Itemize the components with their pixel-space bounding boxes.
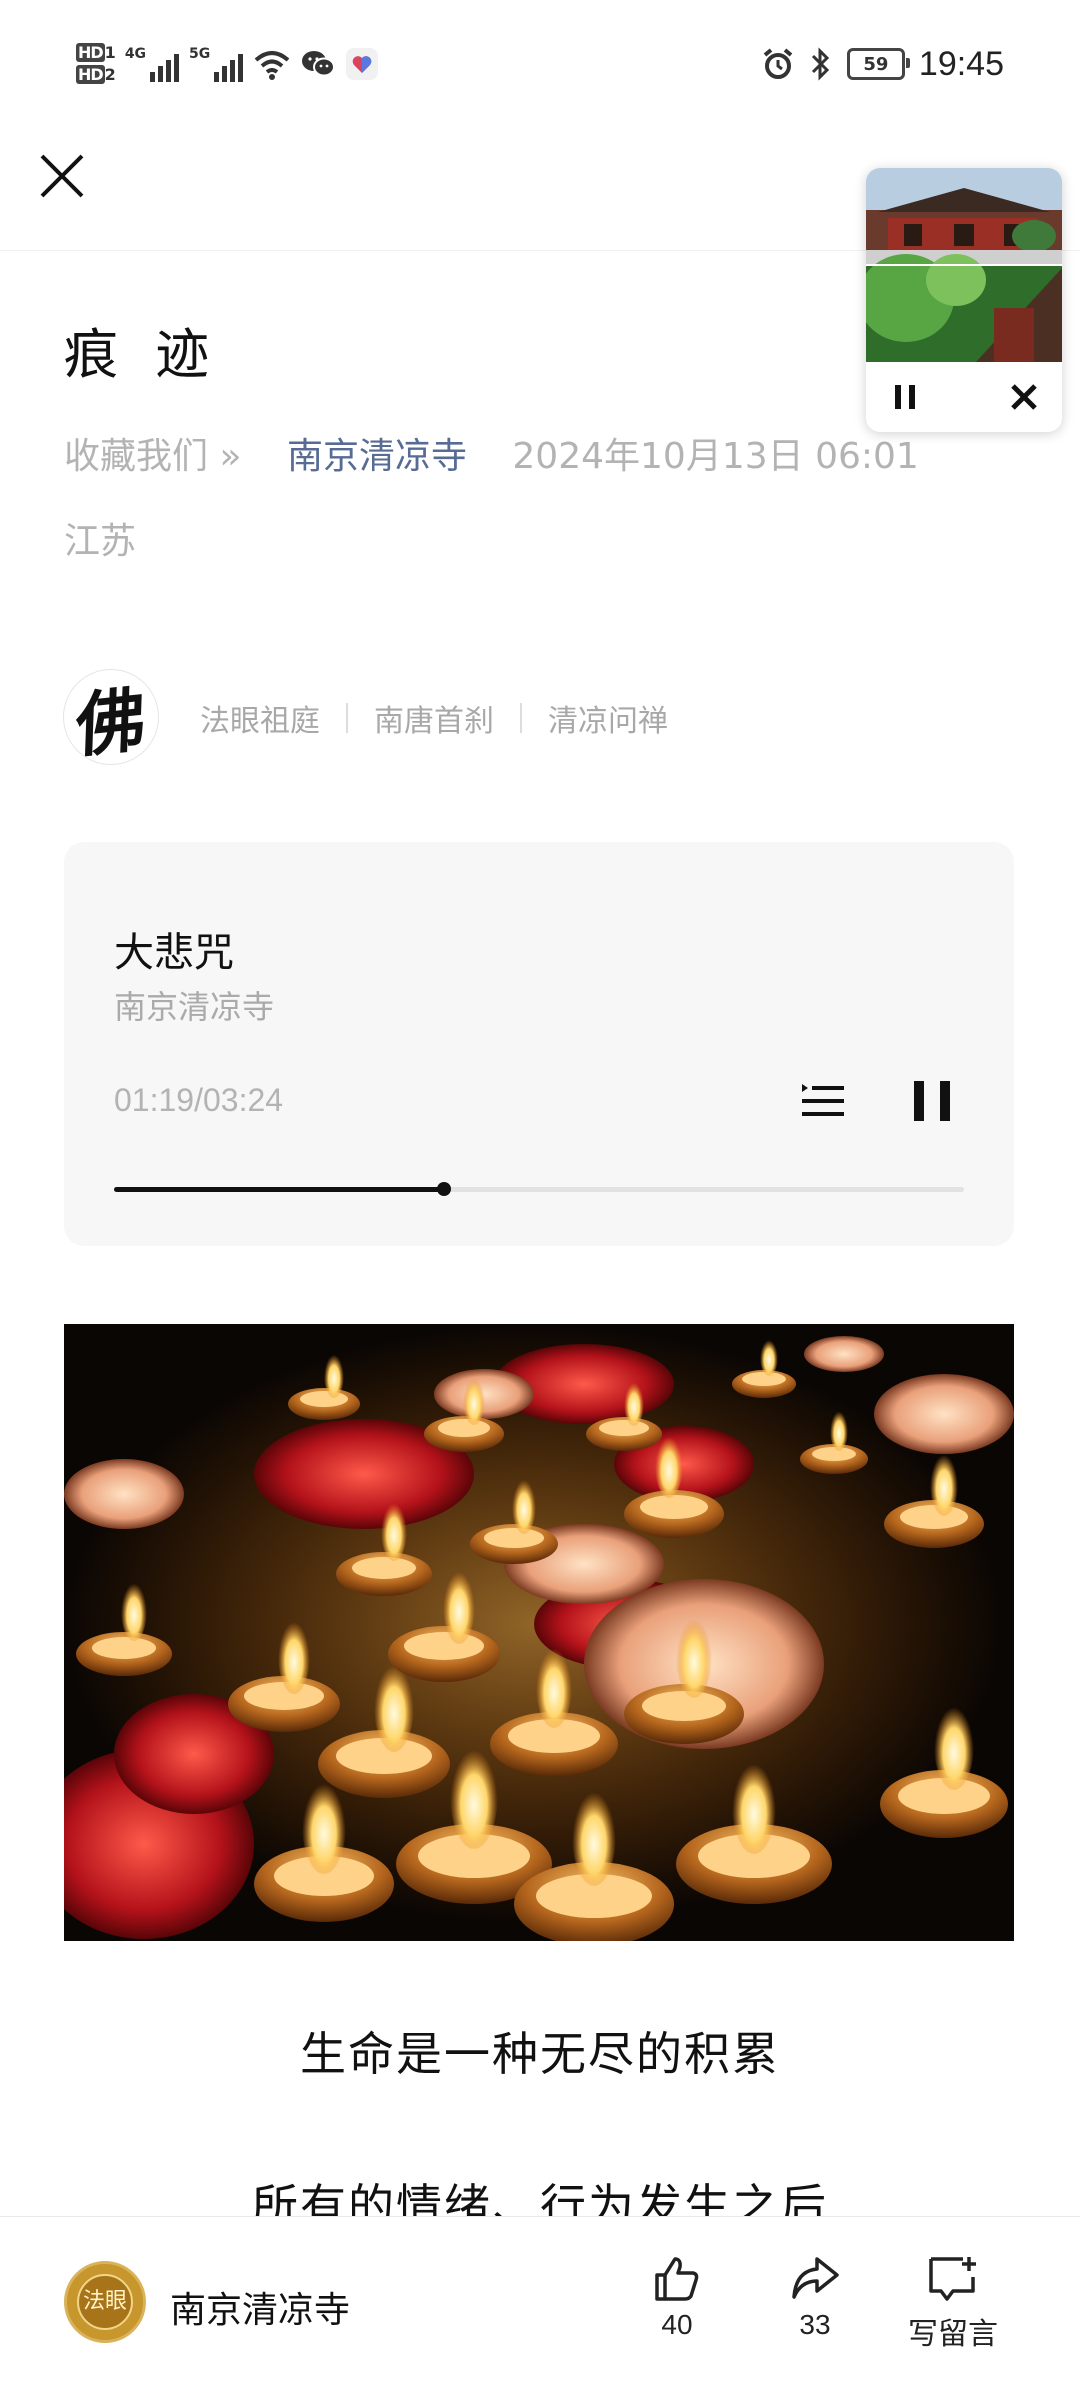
close-button[interactable] (36, 150, 88, 202)
account-avatar[interactable]: 佛 (64, 670, 158, 764)
tag-item: 南唐首刹 (374, 704, 494, 739)
candles-image (64, 1324, 1014, 1941)
avatar-char: 佛 (74, 676, 148, 764)
battery-icon: 59 (846, 48, 910, 80)
tag-separator (346, 703, 348, 733)
signal-4g-icon: 4G (125, 46, 180, 82)
floating-media-window[interactable] (866, 168, 1062, 432)
status-bar: HD 1 HD 2 4G 5G 59 19:45 (0, 0, 1080, 130)
audio-title: 大悲咒 (114, 930, 234, 976)
comment-icon (929, 2257, 976, 2301)
article-title: 痕 迹 (64, 323, 220, 386)
close-icon (40, 154, 84, 198)
bluetooth-icon (811, 47, 830, 81)
comment-button[interactable]: 写留言 (898, 2253, 1008, 2363)
favorite-link[interactable]: 收藏我们 » (64, 436, 241, 477)
account-logo[interactable]: 法眼 (64, 2261, 146, 2343)
floating-close-icon[interactable] (1010, 383, 1038, 411)
wechat-icon (302, 51, 336, 77)
tag-item: 清凉问禅 (548, 704, 668, 739)
tag-separator (520, 703, 522, 733)
hd1-indicator: HD 1 (76, 43, 116, 62)
floating-controls (866, 362, 1062, 432)
hd2-indicator: HD 2 (76, 65, 116, 84)
audio-player[interactable]: 大悲咒 南京清凉寺 01:19/03:24 (64, 842, 1014, 1246)
audio-progress-track[interactable] (114, 1182, 964, 1196)
publish-date: 2024年10月13日 06:01 (512, 436, 919, 477)
alarm-icon (763, 48, 793, 79)
share-icon (792, 2257, 839, 2299)
status-right: 59 19:45 (761, 34, 1004, 94)
signal-5g-icon: 5G (189, 46, 244, 82)
tag-item: 法眼祖庭 (200, 704, 320, 739)
status-left: HD 1 HD 2 4G 5G (76, 34, 379, 94)
publish-region: 江苏 (64, 521, 137, 562)
audio-progress-fill (114, 1187, 444, 1192)
bottom-bar: 法眼 南京清凉寺 40 33 写留言 (0, 2216, 1080, 2389)
battery-level: 59 (863, 53, 889, 75)
share-count: 33 (799, 2309, 831, 2340)
comment-label: 写留言 (908, 2317, 998, 2352)
body-line-1: 生命是一种无尽的积累 (300, 2027, 780, 2081)
bottom-account-name[interactable]: 南京清凉寺 (170, 2281, 350, 2333)
audio-pause-icon[interactable] (910, 1078, 954, 1124)
health-app-icon (346, 48, 379, 80)
like-button[interactable]: 40 (622, 2253, 732, 2363)
audio-artist: 南京清凉寺 (114, 988, 275, 1026)
status-time: 19:45 (918, 44, 1004, 83)
account-tags: 法眼祖庭 南唐首刹 清凉问禅 (200, 696, 668, 740)
floating-pause-icon[interactable] (890, 382, 920, 412)
account-logo-text: 法眼 (77, 2274, 133, 2330)
floating-thumbnail[interactable] (866, 168, 1062, 362)
thumbs-up-icon (655, 2257, 699, 2301)
account-link[interactable]: 南京清凉寺 (287, 436, 467, 477)
like-count: 40 (661, 2309, 693, 2340)
audio-time: 01:19/03:24 (114, 1082, 284, 1118)
hd-indicators: HD 1 HD 2 (76, 43, 116, 84)
article-meta: 收藏我们 » 南京清凉寺 2024年10月13日 06:01 (64, 428, 964, 486)
audio-progress-knob[interactable] (436, 1182, 451, 1196)
playlist-icon[interactable] (798, 1076, 848, 1126)
share-button[interactable]: 33 (760, 2253, 870, 2363)
wifi-icon (254, 51, 290, 80)
